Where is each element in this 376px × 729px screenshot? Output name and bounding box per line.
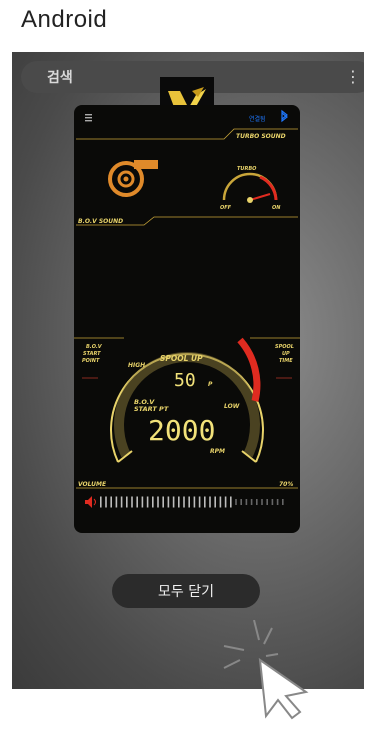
spool-unit: P bbox=[208, 381, 213, 388]
volume-icon[interactable] bbox=[85, 496, 96, 508]
bluetooth-icon bbox=[281, 109, 288, 123]
volume-label: VOLUME bbox=[78, 481, 107, 488]
bov-sound-label: B.O.V SOUND bbox=[78, 218, 123, 225]
app-preview-card[interactable]: 연결됨 TURBO SOUND TURBO OFF ON B.O.V SOUND bbox=[74, 105, 300, 533]
volume-tick bbox=[204, 496, 206, 508]
connect-status: 연결됨 bbox=[249, 115, 266, 123]
volume-tick bbox=[110, 496, 112, 508]
turbo-icon[interactable] bbox=[108, 160, 158, 197]
turbo-gauge[interactable] bbox=[222, 172, 278, 203]
volume-tick bbox=[219, 496, 222, 508]
volume-tick bbox=[266, 499, 268, 505]
volume-tick bbox=[193, 496, 196, 508]
volume-tick bbox=[256, 499, 258, 505]
volume-tick bbox=[178, 496, 180, 508]
volume-tick bbox=[141, 496, 144, 508]
turbo-gauge-label: TURBO bbox=[237, 166, 257, 172]
spool-up-time-line1: SPOOL bbox=[275, 344, 294, 350]
more-vert-icon[interactable]: ⋮ bbox=[345, 69, 361, 85]
search-label: 검색 bbox=[47, 70, 73, 86]
volume-tick bbox=[162, 496, 164, 508]
volume-tick bbox=[131, 496, 133, 508]
volume-tick bbox=[152, 496, 154, 508]
volume-tick bbox=[250, 499, 253, 505]
volume-tick bbox=[230, 496, 232, 508]
platform-title: Android bbox=[21, 6, 108, 33]
turbo-off-label: OFF bbox=[220, 205, 232, 211]
rpm-unit: RPM bbox=[210, 448, 225, 455]
rpm-value: 2000 bbox=[148, 414, 215, 447]
spool-up-time-line2: UP bbox=[282, 351, 290, 357]
cursor-icon bbox=[214, 619, 314, 729]
volume-tick bbox=[276, 499, 279, 505]
volume-tick bbox=[172, 496, 175, 508]
volume-tick bbox=[188, 496, 190, 508]
volume-tick bbox=[146, 496, 149, 508]
volume-tick bbox=[261, 499, 263, 505]
close-all-label: 모두 닫기 bbox=[158, 584, 214, 600]
volume-tick bbox=[157, 496, 159, 508]
volume-percent: 70% bbox=[279, 481, 293, 488]
turbo-on-label: ON bbox=[272, 205, 281, 211]
volume-tick bbox=[235, 499, 237, 505]
high-label: HIGH bbox=[128, 362, 145, 369]
volume-tick bbox=[136, 496, 138, 508]
low-label: LOW bbox=[224, 403, 240, 410]
close-all-button[interactable]: 모두 닫기 bbox=[112, 574, 260, 608]
volume-tick bbox=[198, 496, 201, 508]
volume-tick bbox=[105, 496, 107, 508]
volume-tick bbox=[126, 496, 128, 508]
volume-tick bbox=[209, 496, 211, 508]
spool-up-label: SPOOL UP bbox=[160, 354, 203, 363]
spool-up-time-line3: TIME bbox=[279, 358, 293, 364]
volume-tick bbox=[167, 496, 170, 508]
bov-start-point-line3: POINT bbox=[82, 358, 100, 364]
bov-start-pt-line2: START PT bbox=[134, 405, 169, 413]
turbo-sound-label: TURBO SOUND bbox=[236, 133, 286, 140]
volume-tick bbox=[282, 499, 284, 505]
volume-tick bbox=[240, 499, 242, 505]
volume-tick bbox=[224, 496, 227, 508]
spool-value: 50 bbox=[174, 370, 196, 391]
volume-tick bbox=[245, 499, 248, 505]
volume-tick bbox=[214, 496, 216, 508]
volume-tick bbox=[120, 496, 123, 508]
volume-tick bbox=[100, 496, 102, 508]
volume-tick bbox=[183, 496, 185, 508]
bov-start-point-line2: START bbox=[83, 351, 101, 357]
volume-slider[interactable] bbox=[100, 496, 284, 508]
bov-start-point-line1: B.O.V bbox=[86, 344, 103, 350]
volume-tick bbox=[115, 496, 118, 508]
menu-icon[interactable] bbox=[85, 114, 92, 122]
volume-tick bbox=[271, 499, 274, 505]
